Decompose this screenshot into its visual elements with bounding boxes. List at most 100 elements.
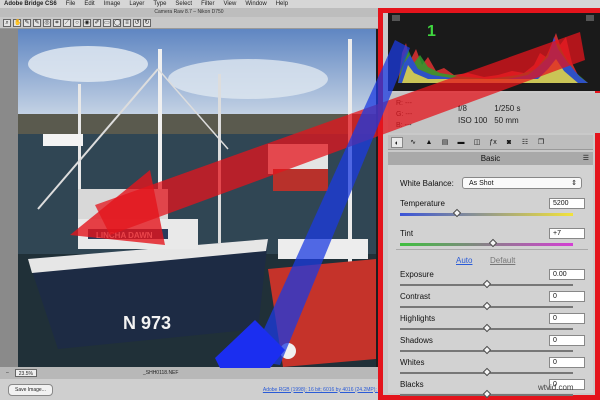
menu-type[interactable]: Type	[153, 1, 166, 7]
divider	[396, 249, 588, 250]
r-value: ---	[404, 100, 412, 107]
slider-label: Blacks	[400, 380, 424, 389]
slider-value-input[interactable]: 5200	[549, 198, 585, 209]
panel-menu-icon[interactable]: ☰	[583, 152, 589, 165]
slider-label: Exposure	[400, 270, 434, 279]
slider-row-shadows: Shadows 0	[400, 334, 585, 348]
slider-track[interactable]	[400, 208, 573, 218]
iso: ISO 100	[458, 116, 488, 125]
radial-filter-icon[interactable]: ◯	[113, 18, 121, 27]
detail-tab-icon[interactable]: ▲	[423, 137, 435, 148]
camera-info: R: --- G: --- B: --- f/8 1/250 s ISO 100…	[388, 93, 600, 133]
slider-value-input[interactable]: 0	[549, 335, 585, 346]
straighten-tool-icon[interactable]: ⟋	[63, 18, 71, 27]
presets-tab-icon[interactable]: ☷	[519, 137, 531, 148]
slider-row-exposure: Exposure 0.00	[400, 268, 585, 282]
g-value: ---	[405, 111, 413, 118]
exif-readout: f/8 1/250 s ISO 100 50 mm	[458, 103, 528, 127]
slider-value-input[interactable]: 0	[549, 357, 585, 368]
color-sampler-icon[interactable]: ✎	[33, 18, 41, 27]
slider-track[interactable]	[400, 389, 573, 399]
slider-row-highlights: Highlights 0	[400, 312, 585, 326]
menu-help[interactable]: Help	[276, 1, 288, 7]
default-link[interactable]: Default	[490, 256, 515, 265]
split-toning-tab-icon[interactable]: ▬	[455, 137, 467, 148]
menu-select[interactable]: Select	[175, 1, 192, 7]
rgb-readout: R: --- G: --- B: ---	[396, 98, 412, 131]
camera-calibration-tab-icon[interactable]: ◙	[503, 137, 515, 148]
preferences-icon[interactable]: ≡	[123, 18, 131, 27]
rotate-right-icon[interactable]: ↻	[143, 18, 151, 27]
menu-image[interactable]: Image	[104, 1, 121, 7]
slider-value-input[interactable]: 0	[549, 291, 585, 302]
red-eye-icon[interactable]: ◉	[83, 18, 91, 27]
panel-tabs: ◐ ∿ ▲ ▤ ▬ ◫ ƒx ◙ ☷ ❐	[388, 135, 593, 150]
image-preview[interactable]: LINCHA DAWN N 973	[18, 29, 376, 367]
annotation-number: 1	[427, 23, 436, 40]
menu-app[interactable]: Adobe Bridge CS6	[4, 1, 57, 7]
slider-track[interactable]	[400, 367, 573, 377]
white-balance-label: White Balance:	[400, 179, 454, 188]
slider-track[interactable]	[400, 238, 573, 248]
menu-layer[interactable]: Layer	[129, 1, 144, 7]
lens-tab-icon[interactable]: ◫	[471, 137, 483, 148]
effects-tab-icon[interactable]: ƒx	[487, 137, 499, 148]
b-value: ---	[404, 122, 412, 129]
basic-tab-icon[interactable]: ◐	[391, 136, 403, 148]
basic-panel: White Balance: As Shot ⇕ Temperature 5200…	[388, 165, 593, 399]
svg-text:LINCHA DAWN: LINCHA DAWN	[96, 231, 153, 240]
g-label: G:	[396, 111, 404, 118]
slider-track[interactable]	[400, 279, 573, 289]
graduated-filter-icon[interactable]: ▭	[103, 18, 111, 27]
targeted-adjust-icon[interactable]: ◎	[43, 18, 51, 27]
workflow-options-link[interactable]: Adobe RGB (1998); 16 bit; 6016 by 4016 (…	[263, 387, 395, 393]
white-balance-value: As Shot	[469, 180, 494, 187]
snapshots-tab-icon[interactable]: ❐	[535, 137, 547, 148]
rotate-left-icon[interactable]: ↺	[133, 18, 141, 27]
adjust-brush-icon[interactable]: ✐	[93, 18, 101, 27]
slider-row-contrast: Contrast 0	[400, 290, 585, 304]
save-image-button[interactable]: Save Image...	[8, 383, 53, 396]
slider-track[interactable]	[400, 323, 573, 333]
slider-value-input[interactable]: 0.00	[549, 269, 585, 280]
slider-label: Highlights	[400, 314, 436, 323]
zoom-out-button[interactable]: –	[6, 370, 9, 376]
menu-window[interactable]: Window	[245, 1, 266, 7]
chevron-updown-icon: ⇕	[571, 180, 577, 187]
svg-text:N 973: N 973	[123, 313, 171, 333]
menu-edit[interactable]: Edit	[84, 1, 94, 7]
b-label: B:	[396, 122, 403, 129]
auto-link[interactable]: Auto	[456, 256, 472, 265]
spot-removal-icon[interactable]: ○	[73, 18, 81, 27]
filename: _SHH0118.NEF	[142, 370, 179, 376]
slider-track[interactable]	[400, 301, 573, 311]
slider-value-input[interactable]: 0	[549, 313, 585, 324]
slider-value-input[interactable]: +7	[549, 228, 585, 239]
shadow-clipping-icon[interactable]	[392, 15, 400, 21]
white-balance-tool-icon[interactable]: ✎	[23, 18, 31, 27]
crop-tool-icon[interactable]: ⌗	[53, 18, 61, 27]
slider-label: Temperature	[400, 199, 445, 208]
hsl-tab-icon[interactable]: ▤	[439, 137, 451, 148]
panel-title: Basic	[480, 154, 501, 163]
zoom-bar: – 23.5% _SHH0118.NEF	[0, 367, 378, 379]
window-title: Camera Raw 8.7 – Nikon D750	[0, 8, 378, 17]
slider-row-temperature: Temperature 5200	[400, 197, 585, 211]
white-balance-select[interactable]: As Shot ⇕	[462, 177, 582, 189]
tone-curve-tab-icon[interactable]: ∿	[407, 137, 419, 148]
r-label: R:	[396, 100, 403, 107]
menu-file[interactable]: File	[66, 1, 76, 7]
zoom-tool-icon[interactable]: ⌕	[3, 18, 11, 27]
slider-label: Shadows	[400, 336, 433, 345]
aperture: f/8	[458, 104, 467, 113]
white-balance-row: White Balance: As Shot ⇕	[400, 177, 585, 191]
slider-label: Tint	[400, 229, 414, 238]
toolbar: ⌕ ✋ ✎ ✎ ◎ ⌗ ⟋ ○ ◉ ✐ ▭ ◯ ≡ ↺ ↻	[0, 17, 378, 29]
slider-track[interactable]	[400, 345, 573, 355]
menu-filter[interactable]: Filter	[201, 1, 214, 7]
menu-view[interactable]: View	[223, 1, 236, 7]
zoom-level[interactable]: 23.5%	[14, 369, 37, 377]
highlight-clipping-icon[interactable]	[586, 15, 594, 21]
hand-tool-icon[interactable]: ✋	[13, 18, 21, 27]
histogram	[388, 13, 600, 91]
